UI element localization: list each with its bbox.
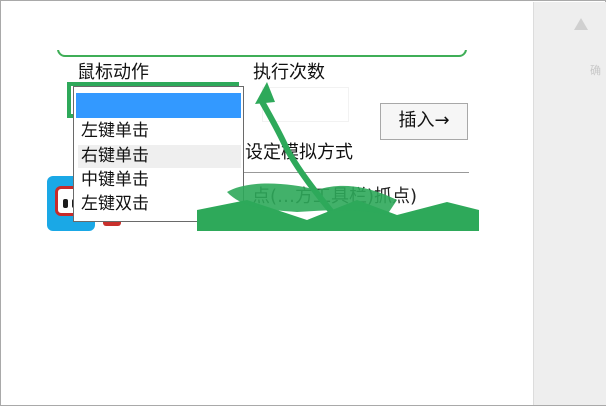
divider bbox=[243, 172, 469, 173]
right-side-panel: 确 bbox=[533, 2, 606, 405]
app-icon-eye-left bbox=[63, 199, 68, 208]
dropdown-item-left-double-click[interactable]: 左键双击 bbox=[78, 193, 241, 216]
instruction-text: …，移动…前一步… bbox=[183, 222, 354, 231]
mouse-action-label: 鼠标动作 bbox=[77, 62, 149, 83]
window-frame: 鼠标动作 执行次数 插入→ 设定模拟方式 点(…方工具栏)抓点) …，移动…前一… bbox=[0, 0, 606, 406]
green-highlight-frame-top bbox=[57, 50, 467, 57]
dropdown-item-left-click[interactable]: 左键单击 bbox=[78, 120, 241, 143]
dropdown-item-middle-click[interactable]: 中键单击 bbox=[78, 169, 241, 192]
mouse-action-dropdown-list: 左键单击 右键单击 中键单击 左键双击 bbox=[73, 86, 244, 222]
exec-count-label: 执行次数 bbox=[253, 62, 325, 83]
toolbar-hint-text: 点(…方工具栏)抓点) bbox=[252, 186, 418, 207]
dropdown-item-right-click[interactable]: 右键单击 bbox=[78, 145, 241, 168]
simulate-mode-label: 设定模拟方式 bbox=[245, 142, 353, 163]
side-panel-char: 确 bbox=[590, 64, 601, 77]
warning-icon bbox=[574, 18, 588, 30]
dropdown-highlighted-item[interactable] bbox=[76, 93, 241, 118]
insert-button[interactable]: 插入→ bbox=[380, 103, 468, 140]
exec-count-input[interactable] bbox=[262, 87, 349, 122]
tutorial-screenshot: 鼠标动作 执行次数 插入→ 设定模拟方式 点(…方工具栏)抓点) …，移动…前一… bbox=[47, 50, 479, 231]
